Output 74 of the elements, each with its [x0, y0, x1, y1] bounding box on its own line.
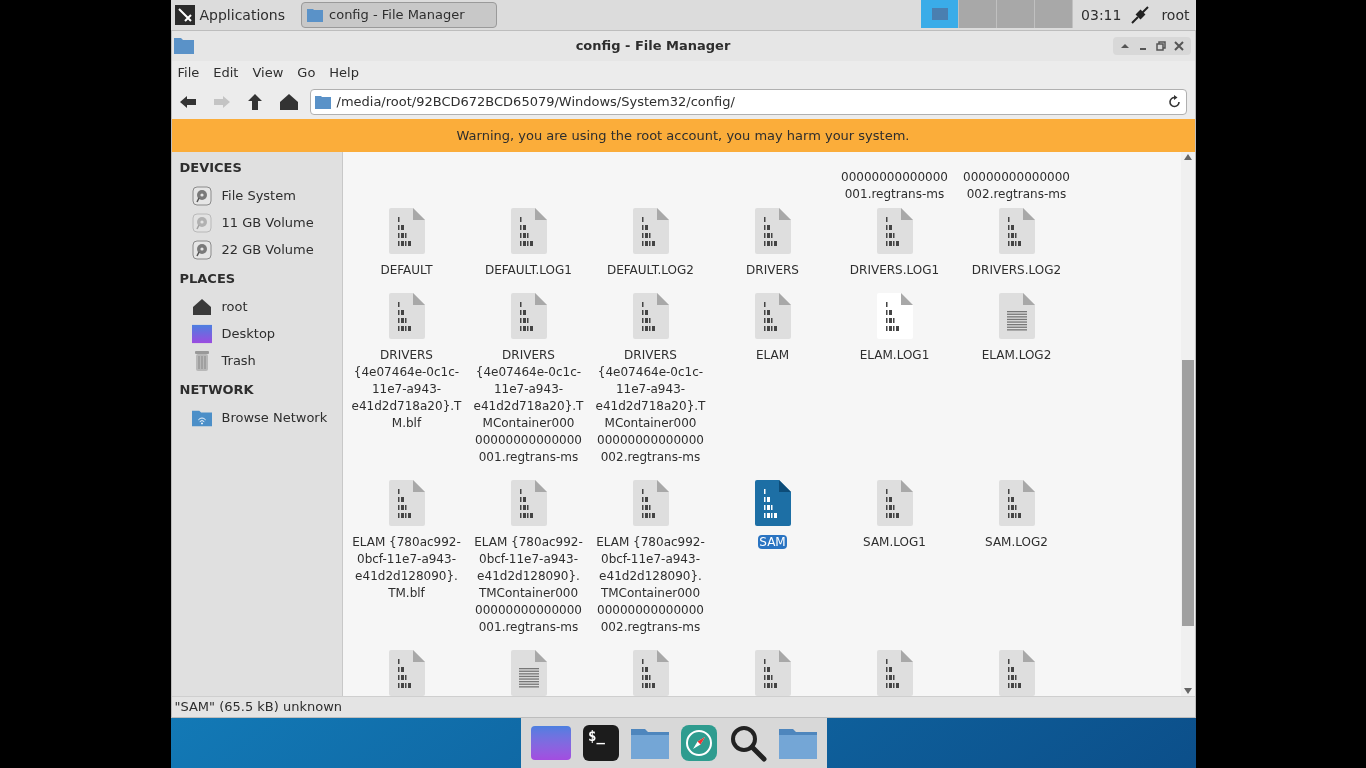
sidebar-item[interactable]: root — [179, 293, 342, 320]
sidebar-heading: DEVICES — [179, 159, 243, 177]
file-name: ELAM.LOG2 — [980, 347, 1053, 364]
maximize-icon[interactable] — [1153, 39, 1168, 53]
binary-file-icon — [754, 650, 791, 696]
file-name: DEFAULT.LOG2 — [606, 262, 695, 279]
binary-file-icon — [388, 650, 425, 696]
file-name: DEFAULT — [379, 262, 434, 279]
terminal-dock-icon[interactable]: $_ — [583, 725, 619, 761]
folder-icon — [173, 38, 194, 54]
file-name: ELAM — [754, 347, 791, 364]
file-name: DRIVERS.LOG1 — [848, 262, 941, 279]
file-name: ELAM {780ac992-0bcf-11e7-a943-e41d2d128090}.TMContainer000 00000000000000 002.regtrans-ms — [595, 534, 706, 636]
menu-item[interactable]: Go — [297, 63, 316, 83]
file-name: DRIVERS {4e07464e-0c1c-11e7-a943-e41d2d718a20}.TM.blf — [351, 347, 462, 432]
desktop-icon — [191, 323, 212, 344]
status-bar: "SAM" (65.5 kB) unknown — [171, 696, 1195, 717]
applications-menu-icon[interactable] — [174, 5, 195, 25]
binary-file-icon — [998, 650, 1035, 696]
file-name: 00000000000000 002.regtrans-ms — [962, 169, 1071, 203]
up-arrow-icon[interactable] — [247, 94, 262, 110]
warning-bar: Warning, you are using the root account, you may harm your system. — [171, 119, 1195, 152]
folder-dock-icon[interactable] — [631, 727, 669, 759]
binary-file-icon — [876, 650, 913, 696]
window-thumbnail-icon — [931, 8, 948, 20]
menu-item[interactable]: View — [252, 63, 284, 83]
applications-menu[interactable]: Applications — [199, 4, 286, 26]
file-name: SAM.LOG1 — [862, 534, 927, 551]
trash-icon — [193, 349, 210, 372]
file-name: DRIVERS.LOG2 — [970, 262, 1063, 279]
file-name: 00000000000000 001.regtrans-ms — [840, 169, 949, 203]
folder-dock-icon[interactable] — [779, 727, 817, 759]
file-name: DEFAULT.LOG1 — [484, 262, 573, 279]
scrollbar[interactable] — [1180, 152, 1195, 696]
compass-dock-icon[interactable] — [681, 725, 717, 761]
sidebar-item[interactable]: File System — [179, 182, 342, 209]
user-name: root — [1161, 5, 1190, 25]
file-name: SAM.LOG2 — [984, 534, 1049, 551]
sidebar-item[interactable]: 22 GB Volume — [179, 236, 342, 263]
scroll-down-icon[interactable] — [1183, 688, 1192, 694]
taskbar-window-button[interactable]: config - File Manager — [301, 2, 498, 28]
binary-file-icon — [632, 650, 669, 696]
file-name: ELAM {780ac992-0bcf-11e7-a943-e41d2d128090}.TM.blf — [351, 534, 462, 602]
clock: 03:11 — [1081, 5, 1122, 25]
scroll-thumb[interactable] — [1181, 360, 1194, 626]
file-name: DRIVERS — [745, 262, 800, 279]
sidebar-item[interactable]: 11 GB Volume — [179, 209, 342, 236]
home-icon[interactable] — [279, 94, 298, 110]
sidebar-item[interactable]: Browse Network — [179, 404, 342, 431]
file-name: DRIVERS {4e07464e-0c1c-11e7-a943-e41d2d718a20}.TMContainer000 00000000000000 001.regtrans-ms — [473, 347, 584, 466]
network-folder-icon — [191, 408, 212, 427]
reload-icon[interactable] — [1167, 95, 1182, 109]
sidebar-item[interactable]: Desktop — [179, 320, 342, 347]
folder-icon — [314, 95, 331, 109]
close-icon[interactable] — [1171, 39, 1186, 53]
file-name: DRIVERS {4e07464e-0c1c-11e7-a943-e41d2d718a20}.TMContainer000 00000000000000 002.regtrans-ms — [595, 347, 706, 466]
file-name: ELAM {780ac992-0bcf-11e7-a943-e41d2d128090}.TMContainer000 00000000000000 001.regtrans-ms — [473, 534, 584, 636]
folder-icon — [307, 8, 324, 22]
power-plug-icon[interactable] — [1129, 4, 1152, 26]
search-dock-icon[interactable] — [729, 724, 767, 762]
scroll-up-icon[interactable] — [1183, 154, 1192, 160]
path-field[interactable]: /media/root/92BCD672BCD65079/Windows/System32/config/ — [309, 89, 1187, 115]
window-title: config - File Manager — [574, 37, 732, 56]
text-file-icon — [510, 650, 547, 696]
menu-item[interactable]: File — [177, 63, 200, 83]
file-name: ELAM.LOG1 — [858, 347, 931, 364]
back-arrow-icon[interactable] — [179, 95, 196, 109]
menu-item[interactable]: Help — [329, 63, 359, 83]
sidebar-heading: NETWORK — [179, 381, 255, 399]
house-icon — [191, 297, 212, 316]
sidebar-item[interactable]: Trash — [179, 347, 342, 374]
file-name: SAM — [757, 534, 788, 551]
menu-item[interactable]: Edit — [213, 63, 239, 83]
sidebar-heading: PLACES — [179, 270, 237, 288]
